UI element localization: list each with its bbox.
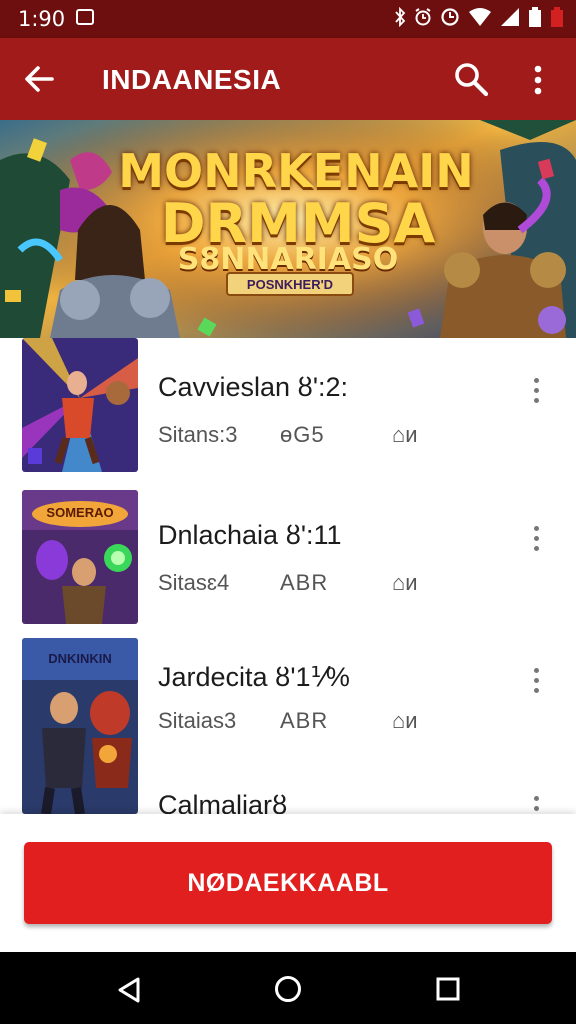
game-title: Jardecita ȣ'1⅟% xyxy=(158,662,350,692)
list-item[interactable]: Cavvieslan ȣ':2: Sitans:3 ɵG5 ⌂ᴎ xyxy=(0,338,576,483)
game-list: Cavvieslan ȣ':2: Sitans:3 ɵG5 ⌂ᴎ SOMERAO… xyxy=(0,338,576,814)
primary-action-button[interactable]: NØDAEKKAABL xyxy=(24,842,552,924)
bluetooth-icon xyxy=(394,6,406,32)
app-bar: INDAANESIA xyxy=(0,38,576,120)
promo-banner[interactable]: MONRKENAIN DRMMSA S8NNARIASO POSNKHER'D xyxy=(0,120,576,338)
game-meta-3: ⌂ᴎ xyxy=(392,570,418,595)
item-more-icon[interactable] xyxy=(534,526,540,556)
bottom-action-area: NØDAEKKAABL xyxy=(0,814,576,952)
game-thumbnail: SOMERAO xyxy=(22,490,138,624)
battery-low-icon xyxy=(550,6,564,33)
back-triangle-icon[interactable] xyxy=(116,976,142,1009)
game-meta-2: ABR xyxy=(280,570,329,595)
recents-square-icon[interactable] xyxy=(436,977,460,1006)
alarm-icon xyxy=(414,7,432,32)
search-icon[interactable] xyxy=(452,60,490,103)
item-more-icon[interactable] xyxy=(534,796,540,814)
game-title: Cavvieslan ȣ':2: xyxy=(158,372,349,402)
list-item[interactable]: SOMERAO Dnlachaia ȣ':11 Sitasɛ4 ABR ⌂ᴎ xyxy=(0,488,576,633)
battery-icon xyxy=(528,6,542,33)
arrow-back-icon[interactable] xyxy=(22,62,56,101)
game-meta-2: ABR xyxy=(280,708,329,733)
game-title: Calmaliarȣ xyxy=(158,790,288,814)
banner-badge: POSNKHER'D xyxy=(226,272,354,296)
signal-icon xyxy=(500,7,520,32)
notification-icon xyxy=(76,9,94,25)
game-meta-3: ⌂ᴎ xyxy=(392,422,418,447)
item-more-icon[interactable] xyxy=(534,668,540,698)
game-thumbnail: DNKINKIN xyxy=(22,638,138,814)
banner-title-line1: MONRKENAIN xyxy=(118,144,474,198)
status-time: 1:90 xyxy=(18,7,66,31)
game-meta-3: ⌂ᴎ xyxy=(392,708,418,733)
thumbnail-label: DNKINKIN xyxy=(48,651,112,666)
thumbnail-label: SOMERAO xyxy=(46,505,114,520)
game-meta-1: Sitasɛ4 xyxy=(158,570,230,595)
game-meta-1: Sitaias3 xyxy=(158,708,237,733)
game-meta-2: ɵG5 xyxy=(280,422,325,447)
game-meta-1: Sitans:3 xyxy=(158,422,238,447)
wifi-icon xyxy=(468,7,492,32)
status-bar: 1:90 xyxy=(0,0,576,38)
list-item[interactable]: DNKINKIN Jardecita ȣ'1⅟% Sitaias3 ABR ⌂ᴎ… xyxy=(0,638,576,814)
home-circle-icon[interactable] xyxy=(274,975,302,1008)
system-nav-bar xyxy=(0,952,576,1024)
status-icons xyxy=(394,6,564,32)
app-title: INDAANESIA xyxy=(102,64,282,95)
item-more-icon[interactable] xyxy=(534,378,540,408)
game-thumbnail xyxy=(22,338,138,472)
clock-icon xyxy=(440,7,460,32)
game-title: Dnlachaia ȣ':11 xyxy=(158,520,342,550)
more-vert-icon[interactable] xyxy=(532,64,544,101)
